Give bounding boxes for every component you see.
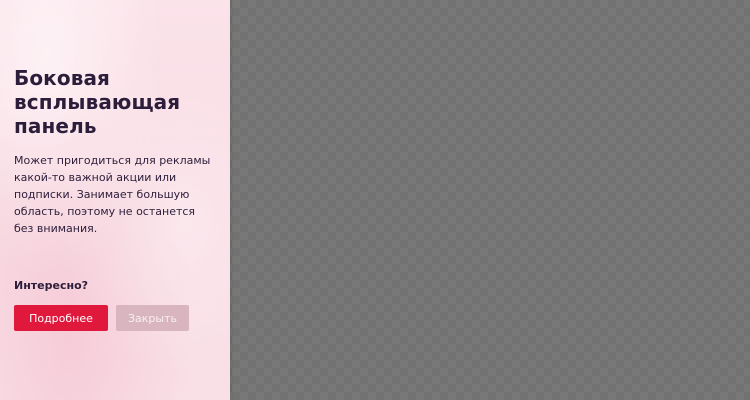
- page-viewport: Боковая всплывающая панель Может пригоди…: [0, 0, 750, 400]
- more-info-button[interactable]: Подробнее: [14, 305, 108, 331]
- side-popup-panel: Боковая всплывающая панель Может пригоди…: [0, 0, 230, 400]
- panel-description: Может пригодиться для рекламы какой-то в…: [14, 154, 211, 235]
- panel-title: Боковая всплывающая панель: [14, 66, 181, 138]
- close-button[interactable]: Закрыть: [116, 305, 189, 331]
- panel-actions: Подробнее Закрыть: [14, 305, 216, 331]
- panel-question: Интересно?: [14, 279, 89, 292]
